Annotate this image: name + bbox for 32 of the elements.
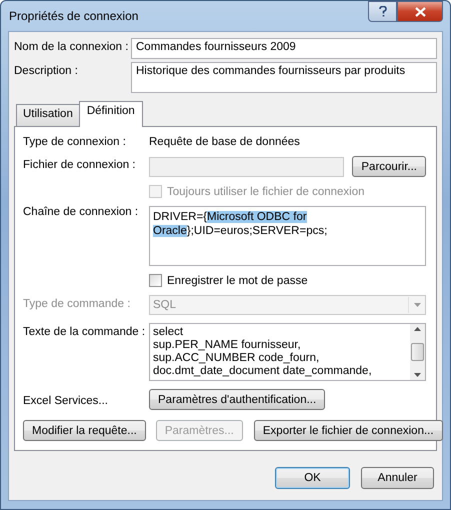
checkbox-label: Toujours utiliser le fichier de connexion	[167, 186, 365, 198]
window-title: Propriétés de connexion	[8, 9, 138, 23]
description-field[interactable]: Historique des commandes fournisseurs par produits	[131, 62, 437, 93]
tab[interactable]: Définition	[78, 101, 143, 127]
dialog-button[interactable]: OK	[275, 467, 350, 489]
tab[interactable]: Utilisation	[16, 104, 80, 126]
connection-name-field[interactable]: Commandes fournisseurs 2009	[131, 38, 437, 59]
field-label: Nom de la connexion :	[14, 40, 130, 53]
authentication-settings-button[interactable]: Paramètres d'authentification...	[149, 389, 326, 410]
field-label: Description :	[14, 64, 79, 77]
field-label: Type de commande :	[23, 297, 132, 310]
checkbox-label: Enregistrer le mot de passe	[167, 274, 308, 286]
close-icon	[414, 6, 426, 16]
connection-string-field[interactable]: DRIVER={Microsoft ODBC for Oracle};UID=euros;SERVER=pcs;	[149, 206, 426, 266]
field-label: Chaîne de connexion :	[23, 206, 140, 218]
checkbox[interactable]	[149, 274, 162, 287]
help-icon	[378, 6, 386, 17]
action-button[interactable]: Exporter le fichier de connexion...	[254, 420, 443, 441]
dropdown-arrow-icon	[414, 303, 420, 307]
field-label: Type de connexion :	[23, 136, 127, 148]
command-text-field[interactable]: select sup.PER_NAME fournisseur, sup.ACC_NUMBER code_fourn, doc.dmt_date_document date_commande,	[149, 323, 426, 381]
field-label: Texte de la commande :	[23, 325, 146, 338]
field-label: Fichier de connexion :	[23, 158, 137, 171]
connection-type-value: Requête de base de données	[149, 136, 301, 148]
scroll-up-icon	[414, 327, 421, 331]
action-button[interactable]: Modifier la requête...	[23, 420, 146, 441]
help-button[interactable]	[368, 1, 397, 22]
dialog-button[interactable]: Annuler	[361, 467, 434, 489]
scrollbar[interactable]	[410, 324, 425, 380]
scroll-down-icon	[414, 373, 421, 377]
close-button[interactable]	[397, 1, 443, 22]
excel-services-label: Excel Services...	[23, 394, 109, 407]
